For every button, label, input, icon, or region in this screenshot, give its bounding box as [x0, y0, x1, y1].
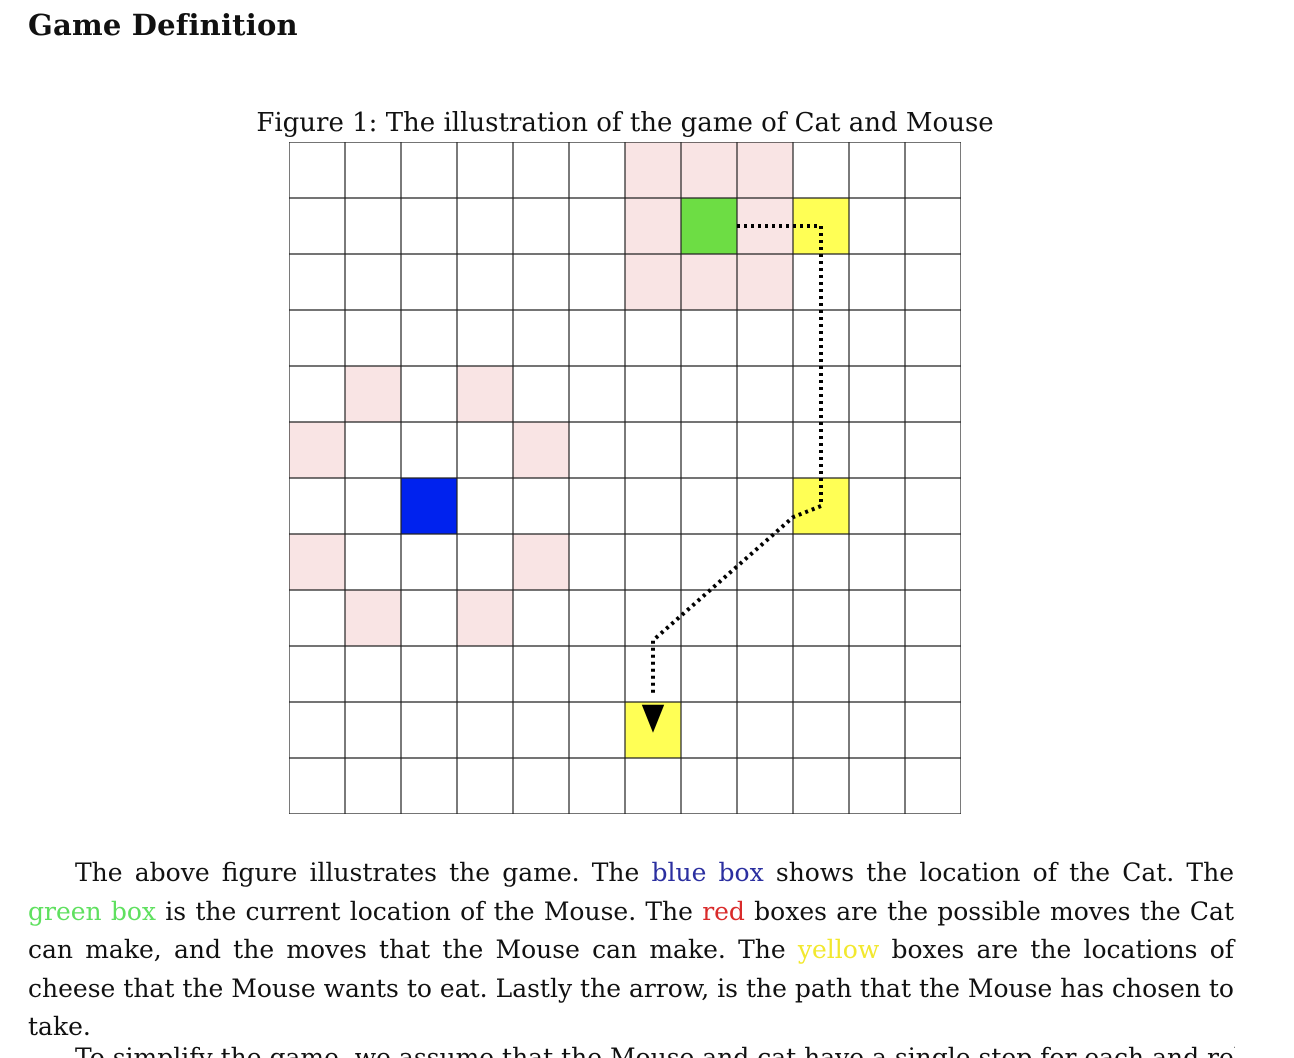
- cat-cell: [401, 478, 457, 534]
- possible-move-cell: [625, 142, 681, 198]
- possible-move-cell: [457, 366, 513, 422]
- possible-move-cell: [345, 590, 401, 646]
- figure-caption: Figure 1: The illustration of the game o…: [256, 108, 994, 138]
- possible-move-cell: [457, 590, 513, 646]
- possible-move-cell: [345, 366, 401, 422]
- possible-move-cell: [625, 254, 681, 310]
- paragraph-text: The above figure illustrates the game. T…: [75, 858, 652, 887]
- mouse-cell: [681, 198, 737, 254]
- possible-move-cell: [681, 254, 737, 310]
- yellow-term: yellow: [797, 935, 880, 964]
- possible-move-cell: [737, 254, 793, 310]
- possible-move-cell: [513, 422, 569, 478]
- game-board: [289, 142, 961, 814]
- possible-move-cell: [681, 142, 737, 198]
- paragraph-text: is the current location of the Mouse. Th…: [156, 896, 703, 926]
- paragraph-text: shows the location of the Cat. The: [763, 858, 1234, 887]
- red-term: red: [702, 896, 745, 926]
- next-paragraph-line: To simplify the game, we assume that the…: [75, 1043, 1235, 1058]
- possible-move-cell: [513, 534, 569, 590]
- description-paragraph: The above figure illustrates the game. T…: [28, 854, 1234, 1047]
- possible-move-cell: [289, 422, 345, 478]
- possible-move-cell: [289, 534, 345, 590]
- blue-box-term: blue box: [651, 858, 764, 887]
- section-heading: Game Definition: [28, 8, 298, 42]
- possible-move-cell: [625, 198, 681, 254]
- green-box-term: green box: [28, 896, 157, 926]
- possible-move-cell: [737, 142, 793, 198]
